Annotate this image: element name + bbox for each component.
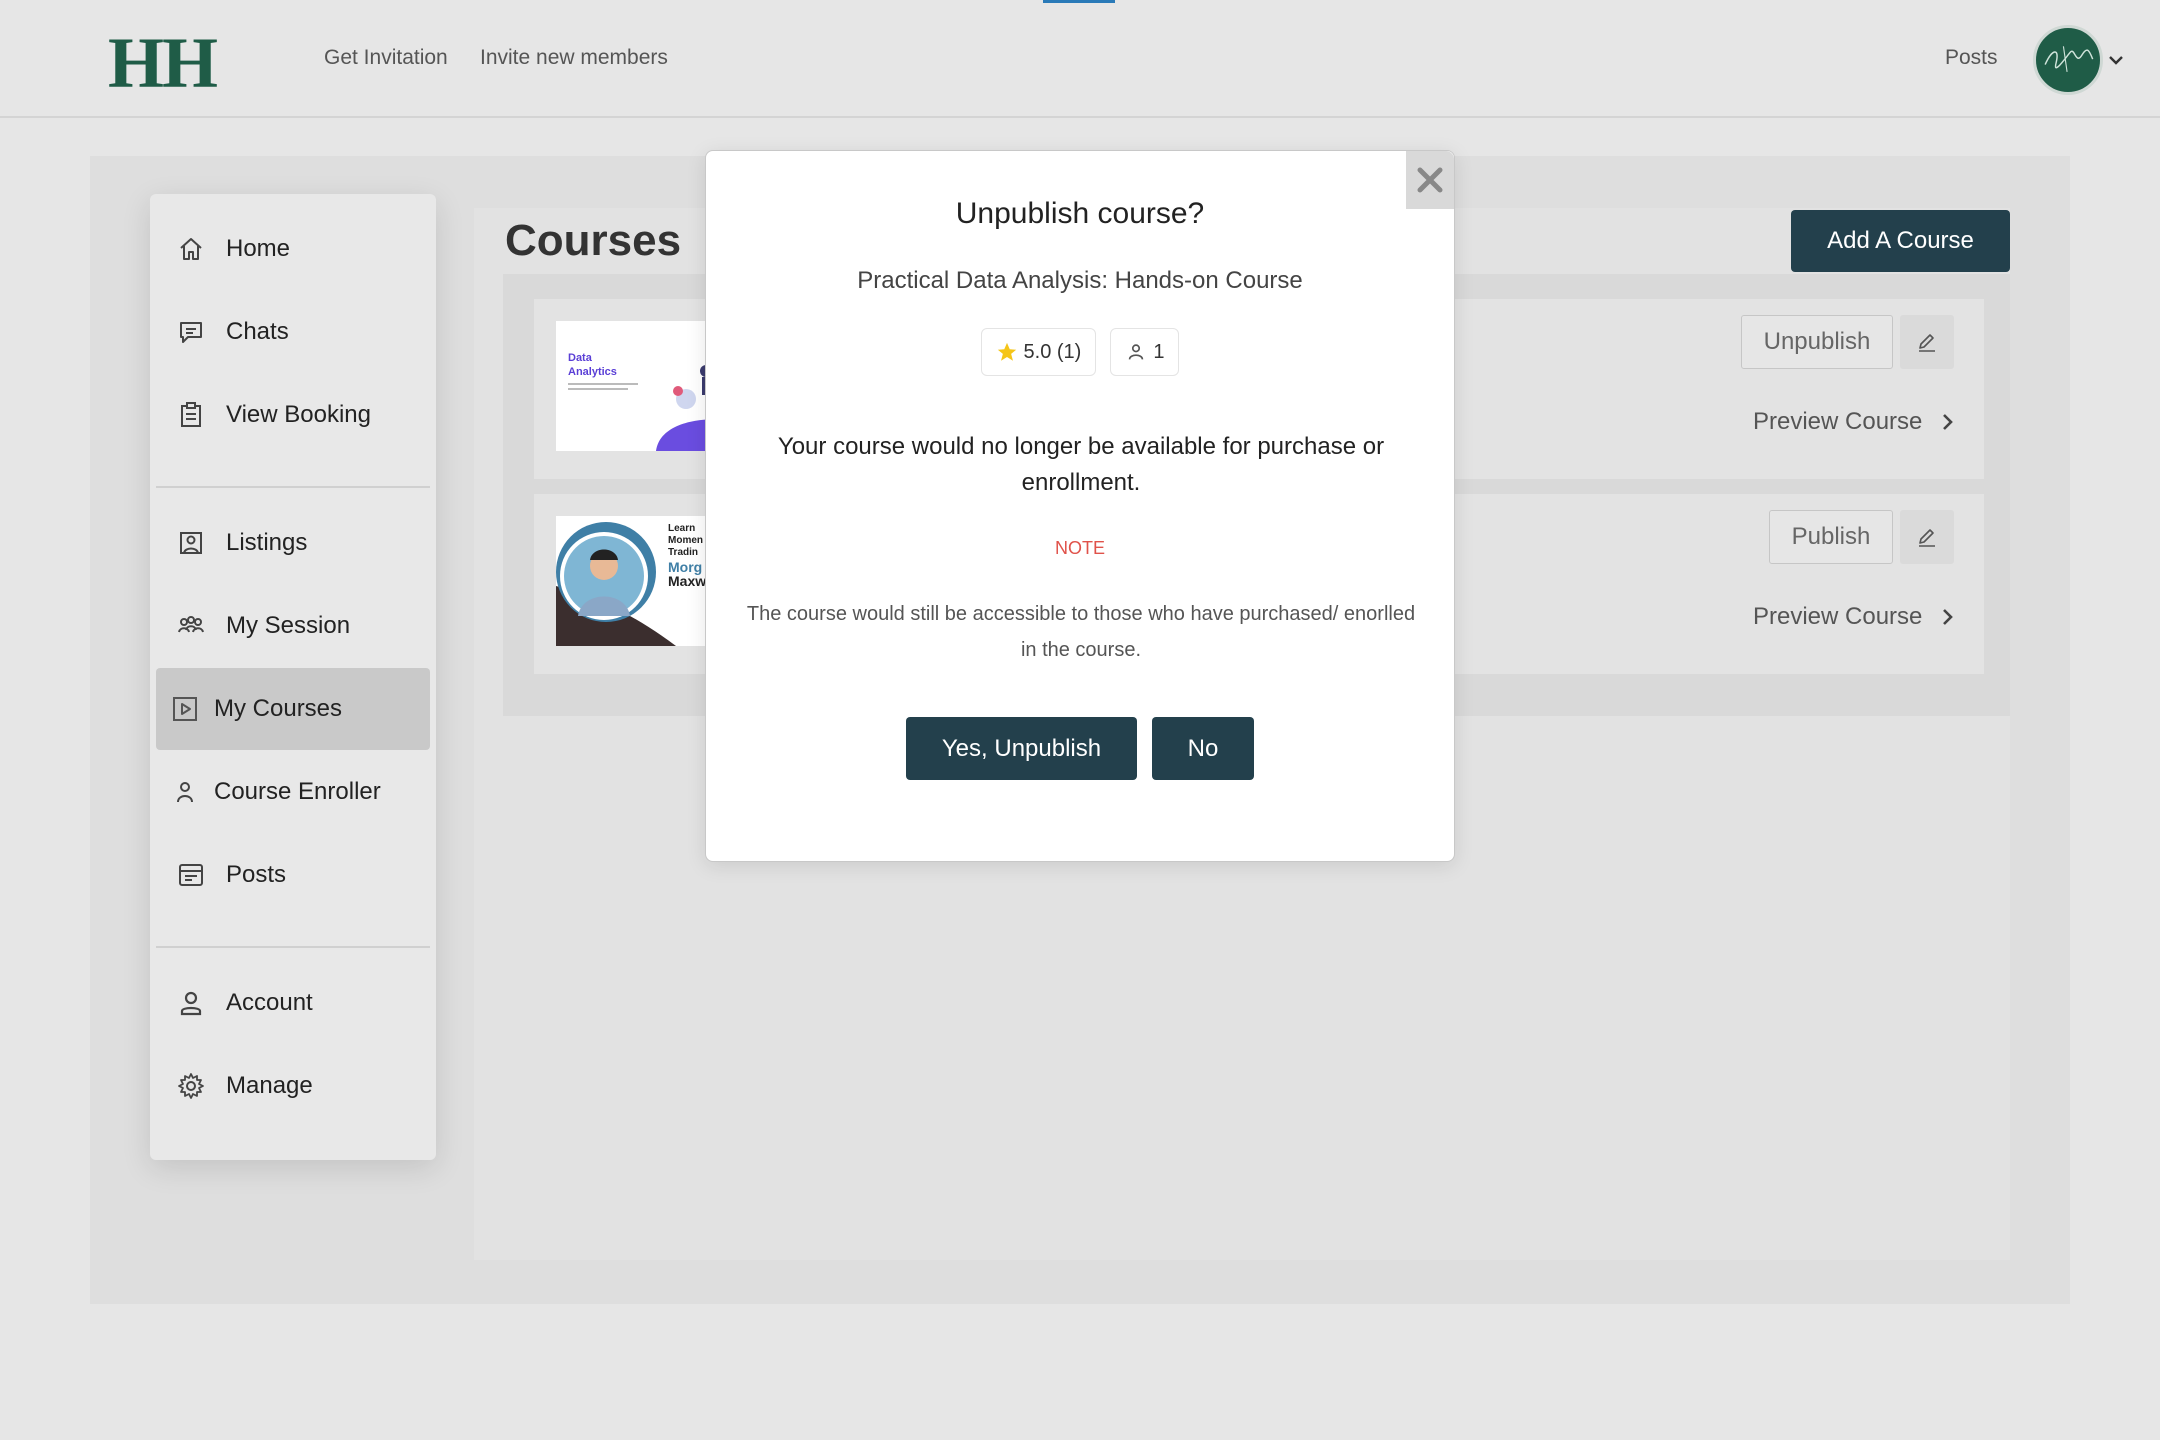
students-count: 1 <box>1153 340 1165 363</box>
no-button[interactable]: No <box>1152 717 1254 780</box>
note-label: NOTE <box>1054 538 1105 558</box>
modal-body-text: Your course would no longer be available… <box>777 433 1385 496</box>
star-icon <box>997 342 1016 361</box>
course-stats: 5.0 (1) 1 <box>706 328 1454 376</box>
close-icon <box>1417 167 1443 193</box>
unpublish-modal: Unpublish course? Practical Data Analysi… <box>705 150 1455 862</box>
note-text: The course would still be accessible to … <box>746 603 1416 661</box>
modal-course-name: Practical Data Analysis: Hands-on Course <box>857 267 1303 294</box>
students-badge: 1 <box>1110 328 1180 376</box>
modal-title: Unpublish course? <box>955 197 1205 230</box>
user-icon <box>1129 344 1144 360</box>
modal-actions: Yes, Unpublish No <box>706 717 1454 780</box>
rating-value: 5.0 (1) <box>1023 340 1082 363</box>
rating-badge: 5.0 (1) <box>980 328 1097 376</box>
yes-unpublish-button[interactable]: Yes, Unpublish <box>906 717 1137 780</box>
